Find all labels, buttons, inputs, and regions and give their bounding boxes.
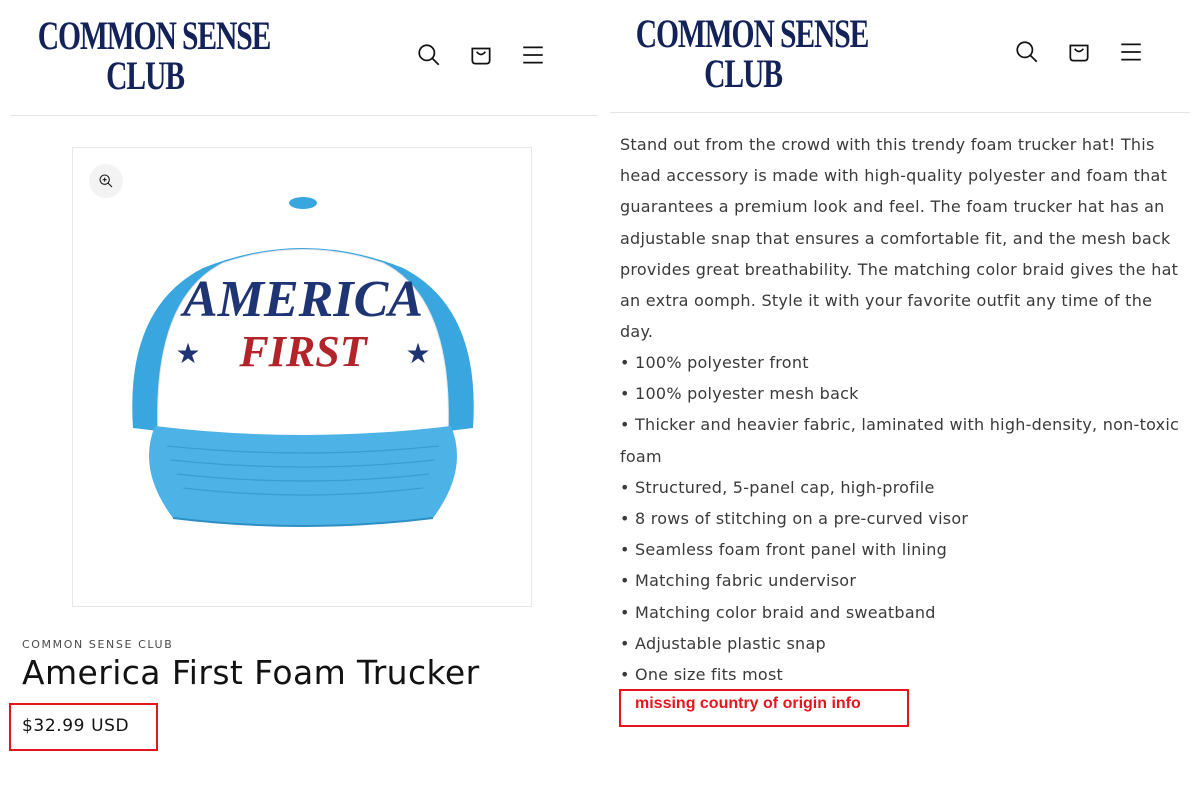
menu-icon[interactable]	[518, 40, 548, 70]
list-item: • 100% polyester mesh back	[620, 384, 859, 404]
header-icons	[1012, 37, 1146, 67]
product-media[interactable]: AMERICA FIRST ★ ★	[72, 147, 532, 607]
list-item: • 100% polyester front	[620, 353, 809, 372]
header-icons	[414, 40, 548, 70]
cart-icon[interactable]	[1064, 37, 1094, 67]
product-image-trucker-hat: AMERICA FIRST ★ ★	[132, 197, 474, 527]
hat-text-first: FIRST	[238, 327, 368, 376]
list-item: • Structured, 5-panel cap, high-profile	[620, 477, 935, 497]
logo-line-2: CLUB	[106, 53, 185, 98]
brand-logo[interactable]: COMMON SENSE CLUB	[635, 11, 870, 96]
header-divider	[10, 115, 598, 116]
product-title: America First Foam Trucker	[22, 653, 480, 692]
menu-icon[interactable]	[1116, 37, 1146, 67]
header-divider	[610, 112, 1190, 113]
list-item: • One size fits most	[620, 665, 784, 685]
hat-star-left: ★	[175, 337, 200, 370]
left-panel: COMMON SENSE CLUB AMERICA FIRST ★ ★ COMM…	[0, 0, 600, 785]
annotation-note: missing country of origin info	[635, 695, 861, 712]
list-item: • Thicker and heavier fabric, laminated …	[620, 415, 1180, 466]
brand-logo[interactable]: COMMON SENSE CLUB	[37, 13, 272, 98]
logo-line-1: COMMON SENSE	[37, 13, 272, 58]
search-icon[interactable]	[1012, 37, 1042, 67]
hat-star-right: ★	[405, 337, 430, 370]
right-panel: COMMON SENSE CLUB Stand out from the cro…	[600, 0, 1200, 785]
list-item: • 8 rows of stitching on a pre-curved vi…	[620, 509, 969, 529]
price-highlight-box	[9, 703, 158, 751]
list-item: • Matching color braid and sweatband	[620, 602, 936, 622]
logo-line-1: COMMON SENSE	[635, 11, 870, 56]
list-item: • Matching fabric undervisor	[620, 571, 857, 591]
logo-line-2: CLUB	[704, 51, 783, 96]
cart-icon[interactable]	[466, 40, 496, 70]
hat-text-america: AMERICA	[180, 271, 423, 328]
feature-list: • 100% polyester front • 100% polyester …	[620, 347, 1185, 690]
product-description: Stand out from the crowd with this trend…	[620, 135, 1179, 342]
search-icon[interactable]	[414, 40, 444, 70]
list-item: • Seamless foam front panel with lining	[620, 540, 948, 560]
list-item: • Adjustable plastic snap	[620, 633, 826, 653]
product-vendor: COMMON SENSE CLUB	[22, 638, 174, 651]
